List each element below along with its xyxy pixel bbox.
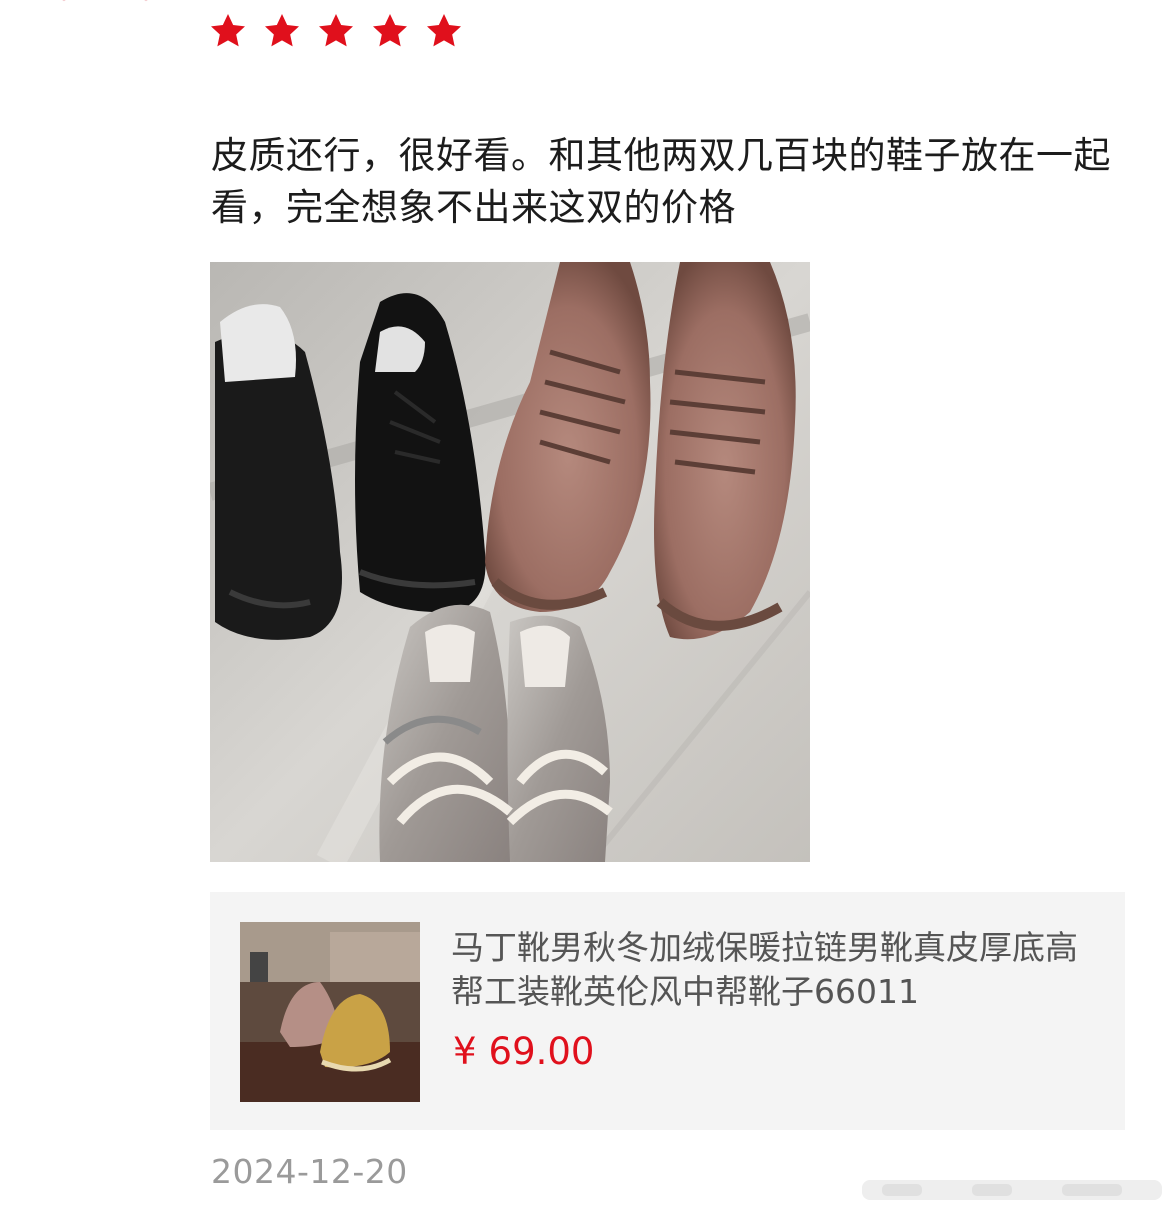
review-comment: 皮质还行，很好看。和其他两双几百块的鞋子放在一起看，完全想象不出来这双的价格: [211, 134, 1111, 229]
review-page: 皮质还行，很好看。和其他两双几百块的鞋子放在一起看，完全想象不出来这双的价格 马…: [0, 0, 1170, 1217]
shoes-photo-image: [210, 262, 810, 862]
product-card[interactable]: 马丁靴男秋冬加绒保暖拉链男靴真皮厚底高帮工装靴英伦风中帮靴子66011 ¥69.…: [210, 892, 1125, 1130]
product-title[interactable]: 马丁靴男秋冬加绒保暖拉链男靴真皮厚底高帮工装靴英伦风中帮靴子66011: [451, 926, 1101, 1014]
product-price: ¥69.00: [453, 1030, 594, 1074]
star-icon: [265, 14, 299, 47]
price-currency-symbol: ¥: [453, 1030, 477, 1073]
review-photo[interactable]: [210, 262, 810, 862]
product-thumbnail-image: [240, 922, 420, 1102]
star-icon: [319, 14, 353, 47]
star-icon: [211, 14, 245, 47]
star-icon: [373, 14, 407, 47]
decoration-fragment: [62, 0, 148, 2]
product-thumbnail[interactable]: [240, 922, 420, 1102]
blurred-action-bar: [862, 1180, 1162, 1200]
review-date: 2024-12-20: [211, 1152, 408, 1191]
star-icon: [427, 14, 461, 47]
price-value: 69.00: [488, 1030, 595, 1073]
rating-stars: [208, 11, 464, 51]
